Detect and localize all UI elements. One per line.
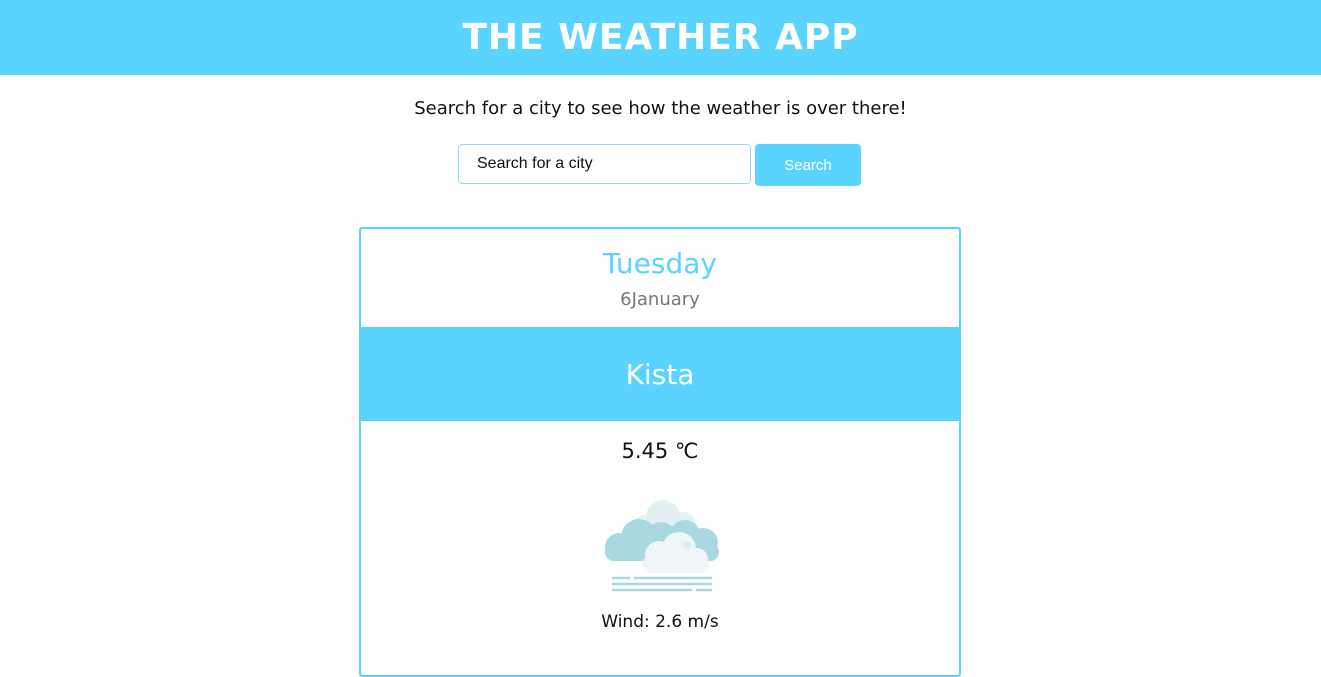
weather-card: Tuesday 6January Kista 5.45 ℃ Wind: 2.6 … <box>359 227 961 677</box>
app-title: THE WEATHER APP <box>462 17 859 58</box>
city-name: Kista <box>625 357 695 391</box>
forecast-date: 6January <box>620 289 700 310</box>
app-header: THE WEATHER APP <box>0 0 1321 75</box>
search-tagline: Search for a city to see how the weather… <box>414 98 907 119</box>
city-search-input[interactable] <box>458 144 751 184</box>
wind-speed: Wind: 2.6 m/s <box>601 612 719 632</box>
forecast-day: Tuesday <box>603 247 717 280</box>
city-banner: Kista <box>361 327 959 421</box>
search-button[interactable]: Search <box>755 144 861 186</box>
cloudy-fog-icon <box>605 500 719 592</box>
temperature: 5.45 ℃ <box>621 439 699 463</box>
